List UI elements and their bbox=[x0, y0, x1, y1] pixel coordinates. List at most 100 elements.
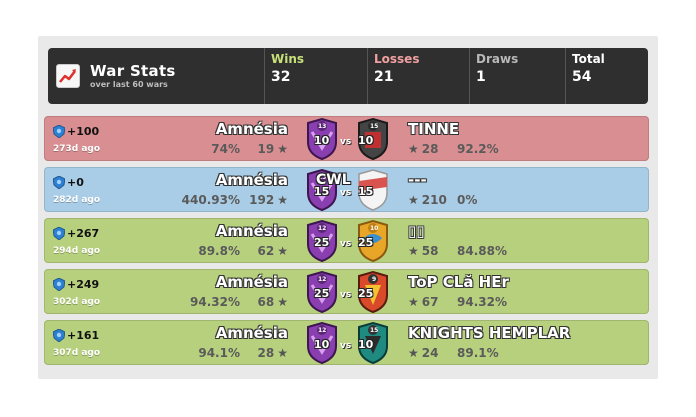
versus-badges: 12 10 vs 15 10 bbox=[300, 321, 394, 366]
war-row[interactable]: +161 307d ago Amnésia 94.1% 28 ★ 12 10 vs… bbox=[44, 320, 649, 365]
clan-badge-level: 12 bbox=[318, 276, 327, 283]
clan-destroyed: 10 bbox=[314, 338, 330, 351]
opponent-destruction-pct: 84.88% bbox=[457, 244, 507, 258]
opponent-name[interactable]: --- bbox=[408, 171, 427, 189]
header-title-cell: War Stats over last 60 wars bbox=[48, 48, 264, 104]
vs-label: vs bbox=[340, 341, 352, 351]
clan-destroyed: 25 bbox=[314, 236, 330, 249]
chart-icon bbox=[56, 64, 80, 88]
page-subtitle: over last 60 wars bbox=[90, 79, 168, 89]
versus-badges: 13 10 vs 15 10 bbox=[300, 117, 394, 162]
opponent-name[interactable]: TINNE bbox=[408, 120, 459, 138]
opponent-destruction-pct: 92.2% bbox=[457, 142, 499, 156]
clan-stars-value: 62 bbox=[257, 244, 275, 258]
opponent-stars: ★ 28 bbox=[408, 142, 438, 156]
trophy-icon bbox=[53, 329, 65, 342]
opponent-destroyed: 15 bbox=[358, 185, 374, 198]
clan-destroyed: 25 bbox=[314, 287, 330, 300]
clan-destroyed: 15 bbox=[314, 185, 330, 198]
war-row[interactable]: +249 302d ago Amnésia 94.32% 68 ★ 12 25 v… bbox=[44, 269, 649, 314]
clan-stars-value: 68 bbox=[257, 295, 275, 309]
stat-losses-label: Losses bbox=[374, 52, 420, 66]
opponent-stars-value: 210 bbox=[421, 193, 447, 207]
opponent-badge-level: 15 bbox=[370, 123, 379, 130]
clan-destroyed: 10 bbox=[314, 134, 330, 147]
trophy-change: +249 bbox=[53, 278, 99, 291]
trophy-icon bbox=[53, 227, 65, 240]
war-age: 294d ago bbox=[53, 246, 101, 256]
trophy-value: +249 bbox=[67, 278, 100, 291]
trophy-value: +161 bbox=[67, 329, 100, 342]
stat-losses-value: 21 bbox=[374, 69, 394, 85]
stat-draws-label: Draws bbox=[476, 52, 519, 66]
opponent-destroyed: 10 bbox=[358, 134, 374, 147]
trophy-value: +267 bbox=[67, 227, 100, 240]
opponent-destroyed: 10 bbox=[358, 338, 374, 351]
trophy-icon bbox=[53, 176, 65, 189]
clan-destruction-pct: 94.32% bbox=[190, 295, 240, 309]
star-icon: ★ bbox=[277, 244, 288, 258]
star-icon: ★ bbox=[408, 295, 419, 309]
star-icon: ★ bbox=[408, 193, 419, 207]
clan-stars-value: 19 bbox=[257, 142, 275, 156]
opponent-name[interactable]: KNIGHTS HEMPLAR bbox=[408, 324, 570, 342]
clan-stars: 62 ★ bbox=[258, 244, 288, 258]
war-row[interactable]: +267 294d ago Amnésia 89.8% 62 ★ 12 25 vs… bbox=[44, 218, 649, 263]
clan-name[interactable]: Amnésia bbox=[216, 324, 288, 342]
clan-name[interactable]: Amnésia bbox=[216, 222, 288, 240]
clan-stars: 68 ★ bbox=[258, 295, 288, 309]
star-icon: ★ bbox=[408, 346, 419, 360]
clan-stars: 192 ★ bbox=[249, 193, 288, 207]
opponent-destroyed: 25 bbox=[358, 236, 374, 249]
opponent-stars-value: 28 bbox=[421, 142, 439, 156]
war-stats-header: War Stats over last 60 wars Wins 32 Loss… bbox=[48, 48, 648, 104]
war-stats-panel: War Stats over last 60 wars Wins 32 Loss… bbox=[38, 36, 658, 379]
opponent-stars-value: 58 bbox=[421, 244, 439, 258]
opponent-badge-level: 10 bbox=[370, 225, 379, 232]
opponent-destruction-pct: 94.32% bbox=[457, 295, 507, 309]
opponent-name[interactable]: ToP CLă HEr bbox=[408, 273, 509, 291]
trophy-value: +100 bbox=[67, 125, 100, 138]
clan-badge-level: 12 bbox=[318, 225, 327, 232]
war-age: 282d ago bbox=[53, 195, 101, 205]
vs-label: vs bbox=[340, 239, 352, 249]
clan-stars: 19 ★ bbox=[258, 142, 288, 156]
clan-stars-value: 192 bbox=[249, 193, 275, 207]
clan-badge-level: 12 bbox=[318, 327, 327, 334]
stat-draws: Draws 1 bbox=[469, 48, 565, 104]
clan-destruction-pct: 89.8% bbox=[198, 244, 240, 258]
opponent-stars: ★ 67 bbox=[408, 295, 438, 309]
war-row[interactable]: +100 273d ago Amnésia 74% 19 ★ 13 10 vs 1… bbox=[44, 116, 649, 161]
opponent-name[interactable]: ▯▯ bbox=[408, 222, 425, 240]
trophy-icon bbox=[53, 125, 65, 138]
clan-name[interactable]: Amnésia bbox=[216, 120, 288, 138]
trophy-value: +0 bbox=[67, 176, 84, 189]
war-age: 273d ago bbox=[53, 144, 101, 154]
trophy-icon bbox=[53, 278, 65, 291]
clan-stars: 28 ★ bbox=[258, 346, 288, 360]
clan-name[interactable]: Amnésia bbox=[216, 171, 288, 189]
stat-total-value: 54 bbox=[572, 69, 592, 85]
clan-name[interactable]: Amnésia bbox=[216, 273, 288, 291]
clan-destruction-pct: 74% bbox=[211, 142, 240, 156]
star-icon: ★ bbox=[277, 193, 288, 207]
war-row[interactable]: +0 282d ago Amnésia 440.93% 192 ★ 13 15 v… bbox=[44, 167, 649, 212]
page-title: War Stats bbox=[90, 61, 176, 80]
vs-label: vs bbox=[340, 137, 352, 147]
clan-stars-value: 28 bbox=[257, 346, 275, 360]
opponent-badge-level: 9 bbox=[372, 276, 377, 283]
stat-total: Total 54 bbox=[565, 48, 648, 104]
stat-wins-label: Wins bbox=[271, 52, 305, 66]
stat-total-label: Total bbox=[572, 52, 605, 66]
star-icon: ★ bbox=[277, 346, 288, 360]
clan-destruction-pct: 440.93% bbox=[181, 193, 240, 207]
opponent-destroyed: 25 bbox=[358, 287, 374, 300]
trophy-change: +0 bbox=[53, 176, 84, 189]
vs-label: vs bbox=[340, 188, 352, 198]
opponent-stars-value: 67 bbox=[421, 295, 439, 309]
vs-label: vs bbox=[340, 290, 352, 300]
clan-destruction-pct: 94.1% bbox=[198, 346, 240, 360]
war-age: 307d ago bbox=[53, 348, 101, 358]
opponent-destruction-pct: 0% bbox=[457, 193, 478, 207]
stat-losses: Losses 21 bbox=[367, 48, 469, 104]
